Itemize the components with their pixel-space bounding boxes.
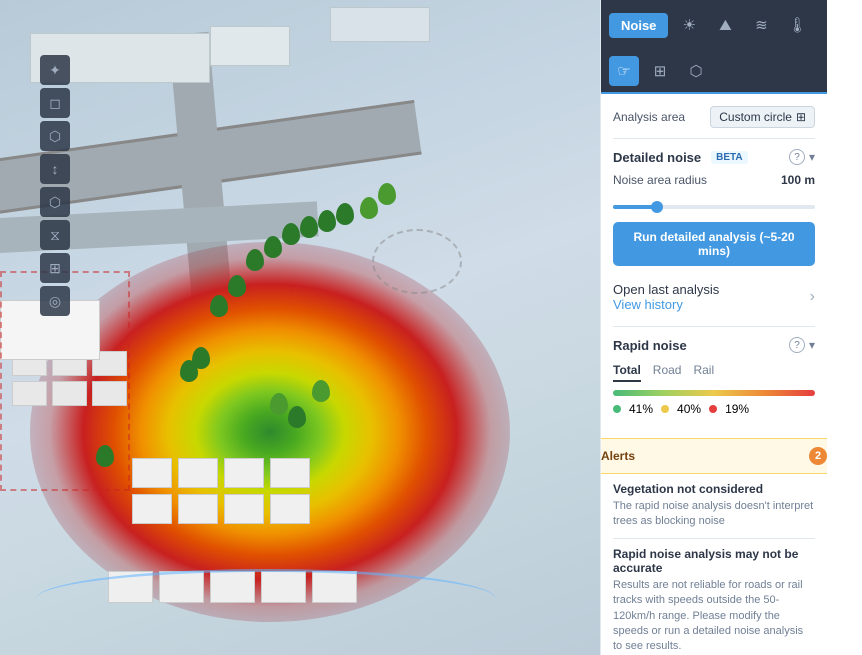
toolbar-cursor-btn[interactable]: ✦ [40, 55, 70, 85]
selection-area [372, 229, 462, 294]
tree-5 [300, 216, 318, 238]
tree-9 [360, 197, 378, 219]
rapid-noise-title: Rapid noise [613, 338, 687, 353]
building-top-right [330, 7, 430, 42]
noise-tab[interactable]: Noise [609, 13, 668, 38]
pct-dot-green [613, 405, 621, 413]
tree-3 [264, 236, 282, 258]
alert-2-desc: Results are not reliable for roads or ra… [613, 578, 815, 655]
toolbar-grid-btn[interactable]: ⊞ [40, 253, 70, 283]
toolbar-polygon-btn[interactable]: ⬡ [40, 121, 70, 151]
pct-yellow: 40% [677, 402, 701, 416]
divider-1 [613, 138, 815, 139]
alert-2-title: Rapid noise analysis may not be accurate [613, 547, 815, 575]
toolbar-layers-btn[interactable]: ⬡ [40, 187, 70, 217]
analysis-area-row: Analysis area Custom circle ⊞ [613, 106, 815, 128]
beta-badge: BETA [711, 151, 747, 164]
radius-slider[interactable] [613, 205, 815, 209]
building-analysis-btn[interactable]: ⬡ [681, 56, 711, 86]
divider-2 [613, 326, 815, 327]
open-last-chevron: › [810, 288, 815, 306]
detailed-noise-chevron[interactable]: ▾ [809, 150, 815, 164]
tree-12 [192, 347, 210, 369]
pct-dot-yellow [661, 405, 669, 413]
noise-color-bar [613, 390, 815, 396]
alert-item-2: Rapid noise analysis may not be accurate… [613, 539, 815, 655]
tree-13 [270, 393, 288, 415]
toolbar-measure-btn[interactable]: ↕ [40, 154, 70, 184]
terrain-icon-btn[interactable]: ⛰ [710, 10, 740, 40]
buildings-group-2 [132, 458, 310, 524]
analysis-area-label: Analysis area [613, 110, 685, 124]
tree-14 [288, 406, 306, 428]
radius-slider-container [613, 197, 815, 212]
blue-boundary [36, 569, 496, 629]
sun-icon-btn[interactable]: ☀ [674, 10, 704, 40]
alerts-header: Alerts 2 [600, 438, 827, 474]
right-panel: Noise ☀ ⛰ ≋ 🌡 ☞ ⊞ ⬡ Analysis area Custom… [600, 0, 827, 655]
tree-8 [210, 295, 228, 317]
panel-content: Analysis area Custom circle ⊞ Detailed n… [601, 94, 827, 438]
temp-icon-btn[interactable]: 🌡 [782, 10, 812, 40]
detailed-noise-header: Detailed noise BETA ? ▾ [613, 149, 815, 165]
pct-green: 41% [629, 402, 653, 416]
tree-10 [378, 183, 396, 205]
run-analysis-btn[interactable]: Run detailed analysis (~5-20 mins) [613, 222, 815, 266]
pct-dot-red [709, 405, 717, 413]
detailed-noise-title: Detailed noise [613, 150, 701, 165]
percentage-row: 41% 40% 19% [613, 402, 815, 416]
solar-panel-btn[interactable]: ⊞ [645, 56, 675, 86]
rapid-noise-chevron[interactable]: ▾ [809, 338, 815, 352]
tree-1 [228, 275, 246, 297]
toolbar-draw-btn[interactable]: ◻ [40, 88, 70, 118]
noise-radius-row: Noise area radius 100 m [613, 173, 815, 187]
analysis-area-selector[interactable]: Custom circle ⊞ [710, 106, 815, 128]
second-icon-row: ☞ ⊞ ⬡ [601, 50, 827, 94]
toolbar-location-btn[interactable]: ◎ [40, 286, 70, 316]
tab-rail[interactable]: Rail [693, 363, 714, 382]
view-history-link[interactable]: View history [613, 297, 719, 312]
tree-7 [336, 203, 354, 225]
wind-icon-btn[interactable]: ≋ [746, 10, 776, 40]
panel-top-icons: Noise ☀ ⛰ ≋ 🌡 [601, 0, 827, 50]
toolbar-time-btn[interactable]: ⧖ [40, 220, 70, 250]
alert-item-1: Vegetation not considered The rapid nois… [613, 474, 815, 539]
rapid-noise-tabs: Total Road Rail [613, 363, 815, 382]
noise-radius-value: 100 m [781, 173, 815, 187]
noise-radius-label: Noise area radius [613, 173, 707, 187]
tree-15 [312, 380, 330, 402]
rapid-noise-header: Rapid noise ? ▾ [613, 337, 815, 353]
tab-total[interactable]: Total [613, 363, 641, 382]
alert-1-desc: The rapid noise analysis doesn't interpr… [613, 499, 815, 530]
map-area[interactable]: ✦ ◻ ⬡ ↕ ⬡ ⧖ ⊞ ◎ [0, 0, 600, 655]
open-last-label: Open last analysis [613, 282, 719, 297]
alerts-count: 2 [809, 447, 827, 465]
rapid-noise-info-icon[interactable]: ? [789, 337, 805, 353]
pct-red: 19% [725, 402, 749, 416]
grid-icon: ⊞ [796, 110, 806, 124]
tree-4 [282, 223, 300, 245]
hand-cursor-btn[interactable]: ☞ [609, 56, 639, 86]
tree-2 [246, 249, 264, 271]
map-toolbar: ✦ ◻ ⬡ ↕ ⬡ ⧖ ⊞ ◎ [40, 55, 70, 316]
tab-road[interactable]: Road [653, 363, 682, 382]
building-top-mid [210, 26, 290, 66]
open-last-section[interactable]: Open last analysis View history › [613, 278, 815, 316]
alerts-title: Alerts [601, 449, 635, 463]
analysis-area-value: Custom circle [719, 110, 792, 124]
detailed-noise-info-icon[interactable]: ? [789, 149, 805, 165]
alert-1-title: Vegetation not considered [613, 482, 815, 496]
alerts-list: Vegetation not considered The rapid nois… [601, 474, 827, 655]
tree-6 [318, 210, 336, 232]
